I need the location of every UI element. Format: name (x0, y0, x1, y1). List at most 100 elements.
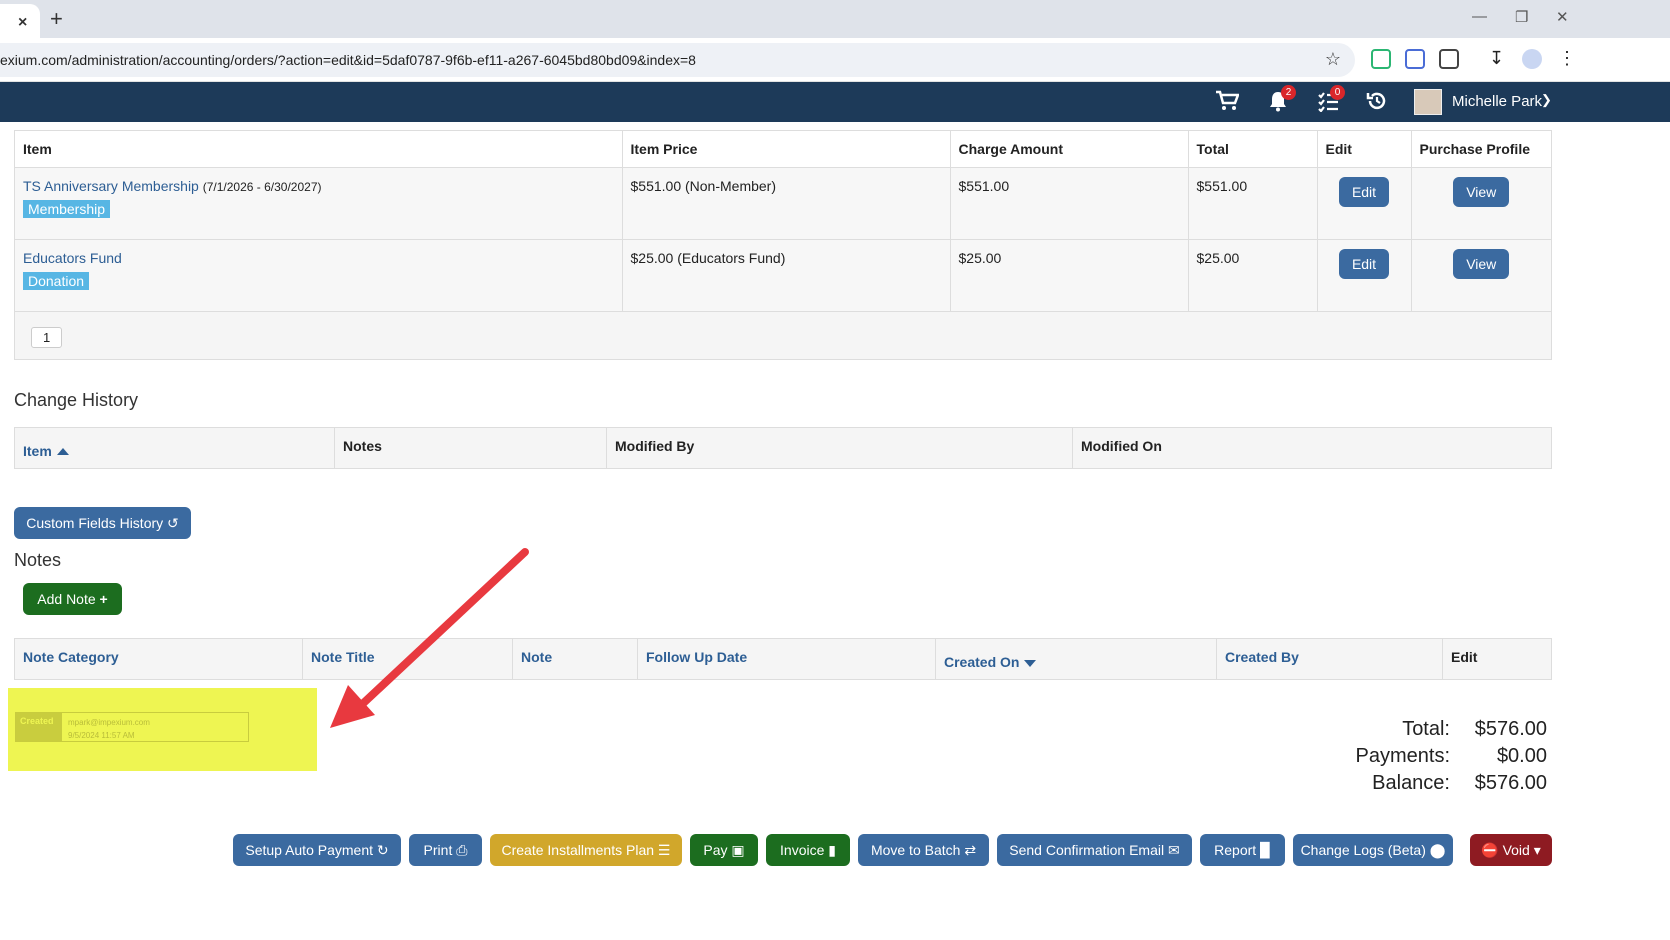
profile-icon[interactable] (1522, 49, 1542, 69)
invoice-label: Invoice (780, 842, 825, 858)
edit-cell: Edit (1317, 167, 1412, 240)
caret-down-icon: ▾ (1533, 842, 1541, 858)
item-type-tag: Donation (23, 271, 90, 290)
col-item: Item (15, 131, 623, 168)
item-price-cell: $25.00 (Educators Fund) (622, 239, 951, 312)
notes-title: Notes (14, 550, 62, 570)
total-label: Total: (1402, 718, 1450, 740)
col-total: Total (1188, 131, 1318, 168)
col-notes: Notes (335, 428, 607, 468)
close-tab-icon[interactable]: × (18, 14, 27, 32)
close-window-icon[interactable]: ✕ (1556, 8, 1569, 26)
ban-icon: ⛔ (1481, 842, 1499, 858)
col-note-category[interactable]: Note Category (15, 639, 303, 679)
edit-cell: Edit (1317, 239, 1412, 312)
bookmark-star-icon[interactable]: ☆ (1325, 49, 1341, 70)
plus-icon: + (99, 591, 108, 607)
payments-label: Payments: (1355, 745, 1450, 767)
void-label: Void (1502, 842, 1530, 858)
cart-icon[interactable] (1215, 90, 1240, 118)
new-tab-button[interactable]: + (50, 6, 63, 32)
chevron-down-icon[interactable]: ❯ (1541, 92, 1552, 108)
print-button[interactable]: Print ⎙ (409, 834, 482, 866)
item-cell: TS Anniversary Membership (7/1/2026 - 6/… (15, 167, 623, 240)
address-bar[interactable]: exium.com/administration/accounting/orde… (0, 43, 1355, 77)
created-info-box: Created mpark@impexium.com 9/5/2024 11:5… (15, 712, 249, 742)
item-link[interactable]: Educators Fund (23, 250, 122, 266)
charge-amount-cell: $25.00 (950, 239, 1189, 312)
edit-button[interactable]: Edit (1338, 176, 1390, 207)
history-icon[interactable] (1366, 90, 1388, 118)
col-item-sort[interactable]: Item (15, 428, 335, 468)
download-icon[interactable]: ↧ (1489, 49, 1509, 69)
pagination-page-1[interactable]: 1 (31, 327, 63, 348)
change-logs-button[interactable]: Change Logs (Beta) ⬤ (1293, 834, 1453, 866)
col-created-on-sort[interactable]: Created On (936, 639, 1217, 679)
browser-tab[interactable]: × (0, 4, 40, 38)
send-confirmation-email-button[interactable]: Send Confirmation Email ✉ (997, 834, 1192, 866)
refresh-icon: ↻ (376, 842, 389, 858)
void-button[interactable]: ⛔ Void ▾ (1470, 834, 1552, 866)
create-installments-plan-button[interactable]: Create Installments Plan ☰ (490, 834, 682, 866)
notification-count-badge: 2 (1281, 85, 1296, 100)
list-icon: ☰ (657, 842, 671, 858)
view-cell: View (1411, 239, 1551, 312)
notifications-bell-icon[interactable]: 2 (1268, 85, 1296, 118)
col-created-on-label[interactable]: Created On (944, 654, 1019, 670)
url-text[interactable]: exium.com/administration/accounting/orde… (0, 52, 696, 68)
installments-label: Create Installments Plan (501, 842, 655, 858)
clipboard-icon: ▮ (828, 842, 836, 858)
change-history-table: Item Notes Modified By Modified On (14, 427, 1552, 469)
add-note-button[interactable]: Add Note + (23, 583, 122, 615)
annotation-arrow-icon (330, 548, 529, 728)
order-items-panel: Item Item Price Charge Amount Total Edit… (14, 130, 1552, 360)
col-created-by[interactable]: Created By (1217, 639, 1443, 679)
bar-chart-icon: ▉ (1260, 842, 1271, 858)
balance-value: $576.00 (1474, 772, 1547, 794)
charge-amount-cell: $551.00 (950, 167, 1189, 240)
total-cell: $25.00 (1188, 239, 1318, 312)
notes-table: Note Category Note Title Note Follow Up … (14, 638, 1552, 680)
col-edit: Edit (1317, 131, 1412, 168)
extensions-puzzle-icon[interactable] (1439, 49, 1459, 69)
sort-ascending-icon (56, 448, 69, 455)
avatar[interactable] (1414, 89, 1442, 115)
move-to-batch-label: Move to Batch (870, 842, 961, 858)
view-button[interactable]: View (1453, 176, 1510, 207)
pay-button[interactable]: Pay ▣ (690, 834, 758, 866)
setup-auto-payment-label: Setup Auto Payment (245, 842, 373, 858)
balance-label: Balance: (1372, 772, 1450, 794)
col-charge-amount: Charge Amount (950, 131, 1189, 168)
invoice-button[interactable]: Invoice ▮ (766, 834, 850, 866)
history-icon: ↺ (167, 515, 179, 531)
item-cell: Educators Fund Donation (15, 239, 623, 312)
minimize-icon[interactable]: — (1472, 8, 1487, 25)
report-button[interactable]: Report ▉ (1200, 834, 1285, 866)
change-history-title: Change History (14, 390, 139, 410)
print-label: Print (423, 842, 453, 858)
move-to-batch-button[interactable]: Move to Batch ⇄ (858, 834, 989, 866)
total-value: $576.00 (1474, 718, 1547, 740)
col-item-label[interactable]: Item (23, 443, 52, 459)
circle-icon: ⬤ (1429, 842, 1446, 858)
view-button[interactable]: View (1453, 248, 1510, 279)
restore-icon[interactable]: ❐ (1515, 8, 1528, 26)
task-count-badge: 0 (1330, 85, 1345, 100)
setup-auto-payment-button[interactable]: Setup Auto Payment ↻ (233, 834, 401, 866)
browser-menu-icon[interactable]: ⋮ (1558, 49, 1578, 69)
tasks-list-icon[interactable]: 0 (1317, 85, 1345, 118)
item-link[interactable]: TS Anniversary Membership (23, 178, 199, 194)
total-cell: $551.00 (1188, 167, 1318, 240)
user-name[interactable]: Michelle Park (1452, 93, 1542, 110)
extension-blue-icon[interactable] (1405, 49, 1425, 69)
created-timestamp: 9/5/2024 11:57 AM (68, 731, 135, 740)
custom-fields-history-button[interactable]: Custom Fields History ↺ (14, 507, 191, 539)
created-by-email: mpark@impexium.com (68, 718, 150, 727)
browser-tabstrip: × + — ❐ ✕ (0, 0, 1670, 38)
order-items-table: Item Item Price Charge Amount Total Edit… (15, 131, 1551, 312)
extension-green-icon[interactable] (1371, 49, 1391, 69)
edit-button[interactable]: Edit (1338, 248, 1390, 279)
table-row: TS Anniversary Membership (7/1/2026 - 6/… (15, 167, 1551, 240)
exchange-icon: ⇄ (964, 842, 977, 858)
col-follow-up-date[interactable]: Follow Up Date (638, 639, 936, 679)
